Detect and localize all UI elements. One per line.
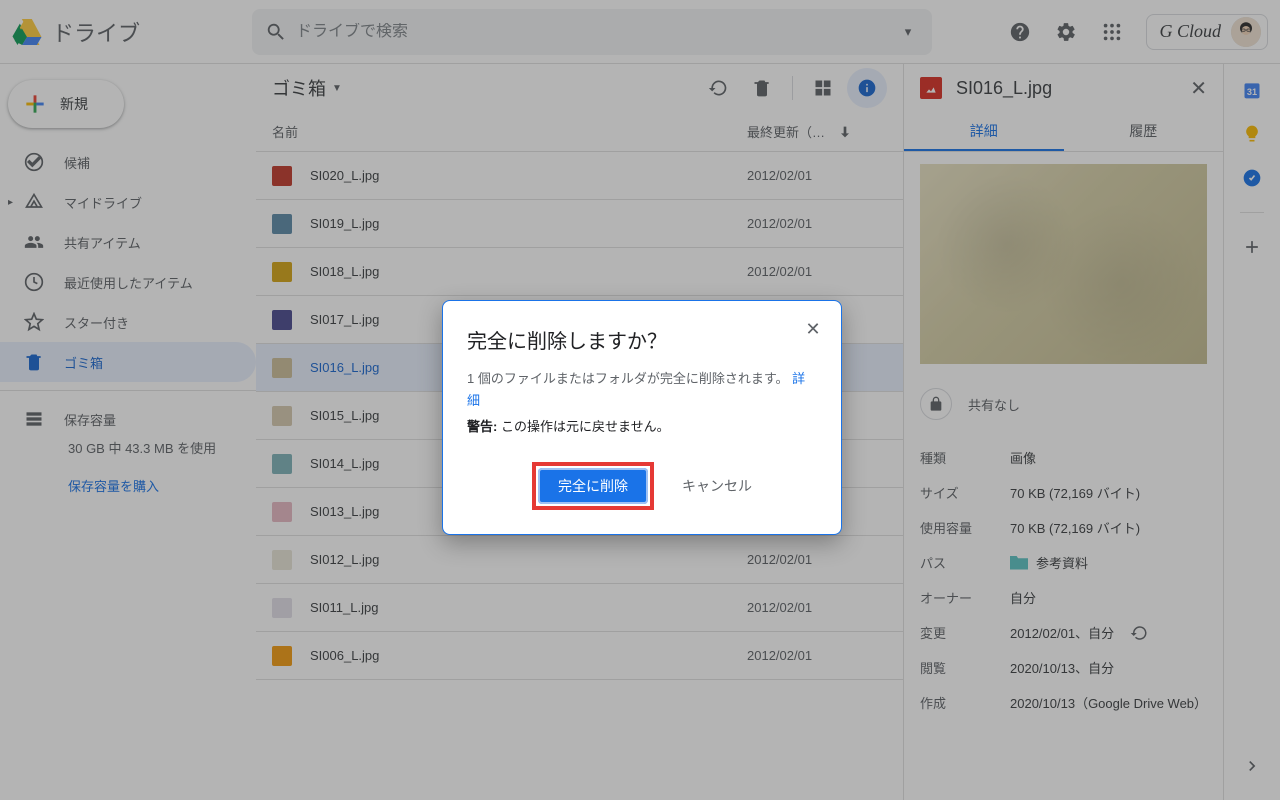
dialog-title: 完全に削除しますか？	[467, 325, 817, 354]
confirm-delete-button[interactable]: 完全に削除	[538, 468, 648, 504]
dialog-close-icon[interactable]: ✕	[799, 315, 827, 343]
cancel-button[interactable]: キャンセル	[682, 476, 752, 496]
confirm-delete-dialog: ✕ 完全に削除しますか？ 1 個のファイルまたはフォルダが完全に削除されます。 …	[442, 300, 842, 535]
highlight-box: 完全に削除	[532, 462, 654, 510]
